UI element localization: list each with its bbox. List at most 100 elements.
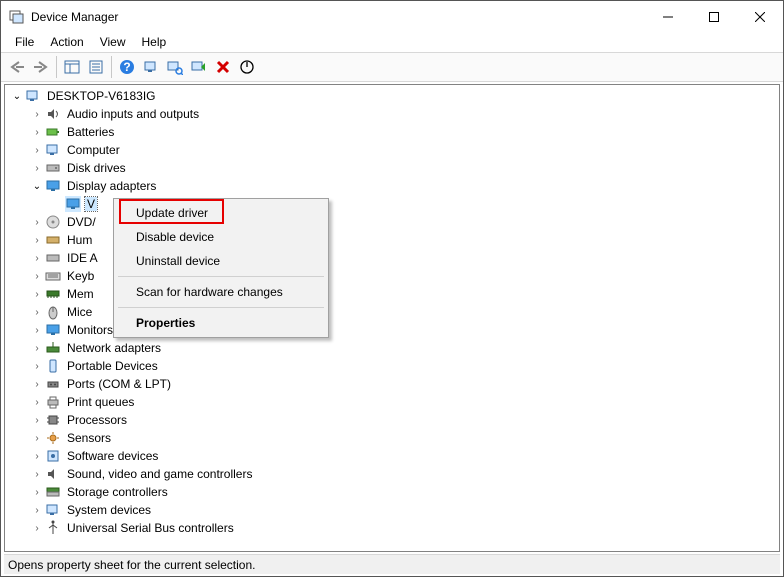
chevron-right-icon[interactable]: › [29, 523, 45, 534]
monitor-icon [45, 322, 61, 338]
chevron-right-icon[interactable]: › [29, 451, 45, 462]
tree-node-label: Keyb [65, 269, 96, 283]
chevron-down-icon[interactable]: ⌄ [9, 91, 25, 102]
help-button[interactable]: ? [115, 55, 139, 79]
scan-hardware-button[interactable] [139, 55, 163, 79]
chevron-right-icon[interactable]: › [29, 127, 45, 138]
forward-button[interactable] [29, 55, 53, 79]
properties-button[interactable] [84, 55, 108, 79]
chevron-right-icon[interactable]: › [29, 397, 45, 408]
menu-file[interactable]: File [7, 33, 42, 51]
ide-icon [45, 250, 61, 266]
minimize-button[interactable] [645, 1, 691, 32]
chevron-right-icon[interactable]: › [29, 163, 45, 174]
tree-node-label: Display adapters [65, 179, 158, 193]
menu-help[interactable]: Help [134, 33, 175, 51]
chevron-right-icon[interactable]: › [29, 433, 45, 444]
tree-node-processors[interactable]: › Processors [5, 411, 779, 429]
chevron-right-icon[interactable]: › [29, 487, 45, 498]
disable-device-button[interactable] [235, 55, 259, 79]
tree-node-usb[interactable]: › Universal Serial Bus controllers [5, 519, 779, 537]
tree-node-network[interactable]: ›Network adapters [5, 339, 779, 357]
context-item-label: Disable device [136, 230, 214, 244]
close-button[interactable] [737, 1, 783, 32]
tree-node-system[interactable]: ›System devices [5, 501, 779, 519]
battery-icon [45, 124, 61, 140]
tree-node-label: Universal Serial Bus controllers [65, 521, 236, 535]
back-button[interactable] [5, 55, 29, 79]
tree-node-label: Sound, video and game controllers [65, 467, 254, 481]
chevron-right-icon[interactable]: › [29, 415, 45, 426]
chevron-right-icon[interactable]: › [29, 109, 45, 120]
tree-node-label: Processors [65, 413, 129, 427]
context-item-scan-hardware[interactable]: Scan for hardware changes [116, 280, 326, 304]
portable-icon [45, 358, 61, 374]
context-item-uninstall-device[interactable]: Uninstall device [116, 249, 326, 273]
audio-icon [45, 106, 61, 122]
tree-node-audio[interactable]: › Audio inputs and outputs [5, 105, 779, 123]
tree-node-sensors[interactable]: ›Sensors [5, 429, 779, 447]
tree-node-disk[interactable]: ›Disk drives [5, 159, 779, 177]
uninstall-device-button[interactable] [211, 55, 235, 79]
tree-node-batteries[interactable]: ›Batteries [5, 123, 779, 141]
chevron-right-icon[interactable]: › [29, 271, 45, 282]
tree-node-label: Audio inputs and outputs [65, 107, 201, 121]
device-tree-panel[interactable]: ⌄ DESKTOP-V6183IG › Audio inputs and outp… [4, 84, 780, 552]
enable-device-button[interactable] [187, 55, 211, 79]
update-driver-button[interactable] [163, 55, 187, 79]
context-item-label: Scan for hardware changes [136, 285, 283, 299]
tree-root[interactable]: ⌄ DESKTOP-V6183IG [5, 87, 779, 105]
tree-node-label: Monitors [65, 323, 115, 337]
context-item-label: Uninstall device [136, 254, 220, 268]
chevron-right-icon[interactable]: › [29, 343, 45, 354]
tree-node-ports[interactable]: › Ports (COM & LPT) [5, 375, 779, 393]
chevron-right-icon[interactable]: › [29, 379, 45, 390]
context-item-update-driver[interactable]: Update driver [116, 201, 326, 225]
sensor-icon [45, 430, 61, 446]
toolbar: ? [1, 52, 783, 82]
chevron-right-icon[interactable]: › [29, 325, 45, 336]
chevron-right-icon[interactable]: › [29, 235, 45, 246]
chevron-down-icon[interactable]: ⌄ [29, 181, 45, 192]
tree-node-label: Portable Devices [65, 359, 160, 373]
port-icon [45, 376, 61, 392]
tree-node-label: Ports (COM & LPT) [65, 377, 173, 391]
tree-node-computer[interactable]: ›Computer [5, 141, 779, 159]
chevron-right-icon[interactable]: › [29, 145, 45, 156]
menu-action[interactable]: Action [42, 33, 91, 51]
tree-node-software[interactable]: ›Software devices [5, 447, 779, 465]
computer-icon [45, 142, 61, 158]
context-separator [118, 276, 324, 277]
app-icon [9, 9, 25, 25]
tree-node-storage[interactable]: ›Storage controllers [5, 483, 779, 501]
show-hide-console-tree-button[interactable] [60, 55, 84, 79]
tree-node-label: Hum [65, 233, 94, 247]
menu-view[interactable]: View [92, 33, 134, 51]
tree-node-display[interactable]: ⌄ Display adapters [5, 177, 779, 195]
context-item-properties[interactable]: Properties [116, 311, 326, 335]
context-item-disable-device[interactable]: Disable device [116, 225, 326, 249]
chevron-right-icon[interactable]: › [29, 307, 45, 318]
chevron-right-icon[interactable]: › [29, 505, 45, 516]
tree-node-sound[interactable]: › Sound, video and game controllers [5, 465, 779, 483]
maximize-button[interactable] [691, 1, 737, 32]
chevron-right-icon[interactable]: › [29, 253, 45, 264]
storage-icon [45, 484, 61, 500]
window-title: Device Manager [31, 10, 645, 24]
chevron-right-icon[interactable]: › [29, 289, 45, 300]
window-controls [645, 1, 783, 32]
tree-node-print[interactable]: ›Print queues [5, 393, 779, 411]
tree-node-portable[interactable]: › Portable Devices [5, 357, 779, 375]
toolbar-separator [111, 56, 112, 78]
tree-node-label: DVD/ [65, 215, 98, 229]
tree-node-label: Mice [65, 305, 94, 319]
chevron-right-icon[interactable]: › [29, 469, 45, 480]
computer-icon [25, 88, 41, 104]
network-icon [45, 340, 61, 356]
menubar: File Action View Help [1, 32, 783, 52]
usb-icon [45, 520, 61, 536]
keyboard-icon [45, 268, 61, 284]
chevron-right-icon[interactable]: › [29, 361, 45, 372]
chevron-right-icon[interactable]: › [29, 217, 45, 228]
context-menu: Update driver Disable device Uninstall d… [113, 198, 329, 338]
